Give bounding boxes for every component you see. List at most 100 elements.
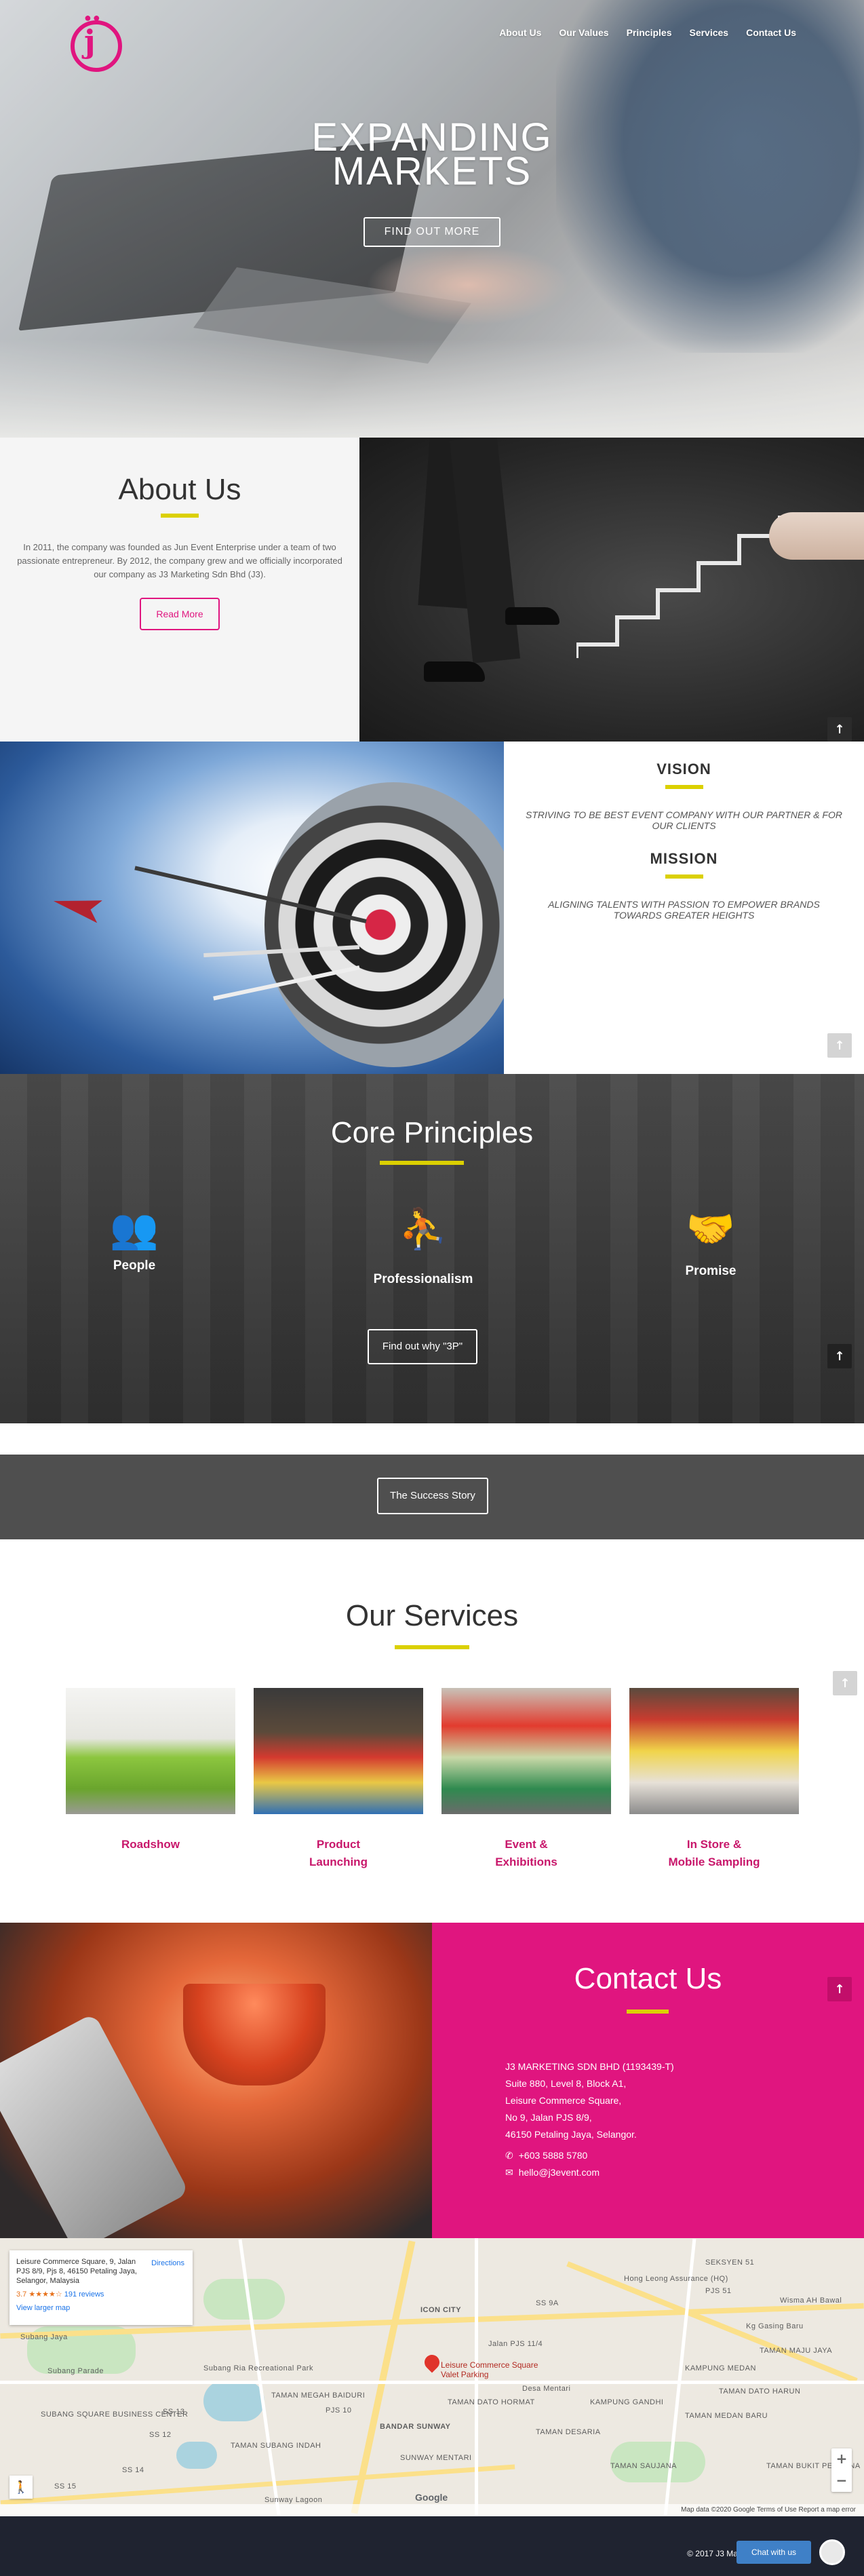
map-pin-icon[interactable]: [421, 2351, 443, 2375]
map-label: Subang Jaya: [20, 2333, 68, 2341]
service-label-line1: Roadshow: [121, 1838, 180, 1851]
back-to-top-icon[interactable]: ↑: [827, 1033, 852, 1058]
about-stairs-image: [359, 438, 864, 742]
contact-panel: Contact Us J3 MARKETING SDN BHD (1193439…: [432, 1923, 864, 2238]
map-label: TAMAN DESARIA: [536, 2428, 601, 2436]
google-map[interactable]: SEKSYEN 51 Hong Leong Assurance (HQ) PJS…: [0, 2238, 864, 2516]
principle-professionalism: ⛹ Professionalism: [349, 1208, 498, 1287]
map-label: Jalan PJS 11/4: [488, 2340, 543, 2348]
chat-avatar-icon[interactable]: [819, 2539, 845, 2565]
map-label: BANDAR SUNWAY: [380, 2423, 451, 2431]
map-label: SEKSYEN 51: [705, 2258, 755, 2267]
map-lake: [176, 2442, 217, 2469]
coffee-cup-image: [183, 1984, 326, 2085]
find-out-more-button[interactable]: FIND OUT MORE: [364, 217, 500, 247]
email-address[interactable]: hello@j3event.com: [519, 2164, 600, 2181]
success-story-button[interactable]: The Success Story: [377, 1478, 488, 1514]
map-rating-value: 3.7: [16, 2290, 27, 2299]
dartboard-target: [264, 782, 522, 1067]
service-roadshow[interactable]: Roadshow: [66, 1688, 235, 1853]
about-title: About Us: [118, 473, 241, 506]
chalk-hand-image: [769, 512, 864, 560]
zoom-out-icon[interactable]: −: [831, 2470, 852, 2492]
back-to-top-icon[interactable]: ↑: [833, 1671, 857, 1695]
j3-logo[interactable]: ●● j: [66, 8, 125, 72]
read-more-button[interactable]: Read More: [140, 598, 220, 630]
map-label: Desa Mentari: [522, 2385, 571, 2393]
back-to-top-icon[interactable]: ↑: [827, 717, 852, 742]
team-growth-icon: ⛹: [398, 1206, 448, 1252]
services-title: Our Services: [345, 1599, 519, 1632]
walker-shoe-back: [505, 607, 559, 625]
roadshow-image: [66, 1688, 235, 1814]
service-in-store-sampling[interactable]: In Store & Mobile Sampling: [629, 1688, 799, 1871]
chat-with-us-button[interactable]: Chat with us: [737, 2541, 811, 2564]
service-event-exhibitions[interactable]: Event & Exhibitions: [441, 1688, 611, 1871]
map-label: SS 12: [149, 2431, 172, 2439]
service-in-store-sampling-label: In Store & Mobile Sampling: [629, 1836, 799, 1871]
service-label-line2: Exhibitions: [495, 1856, 557, 1868]
event-exhibitions-image: [441, 1688, 611, 1814]
map-place-card: Leisure Commerce Square, 9, Jalan PJS 8/…: [9, 2250, 193, 2325]
vision-title: VISION: [656, 761, 711, 777]
map-label: PJS 51: [705, 2287, 732, 2295]
service-label-line1: Event &: [505, 1838, 548, 1851]
nav-contact-us[interactable]: Contact Us: [746, 27, 796, 38]
service-event-exhibitions-label: Event & Exhibitions: [441, 1836, 611, 1871]
map-label: Subang Parade: [47, 2367, 104, 2375]
map-zoom-controls: + −: [831, 2448, 852, 2492]
logo-j-letter: j: [84, 23, 96, 60]
map-label: PJS 10: [326, 2406, 352, 2415]
about-text: In 2011, the company was founded as Jun …: [17, 542, 342, 579]
email-row: ✉ hello@j3event.com: [505, 2164, 674, 2181]
nav-principles[interactable]: Principles: [627, 27, 672, 38]
zoom-in-icon[interactable]: +: [831, 2448, 852, 2470]
map-label: TAMAN DATO HORMAT: [448, 2398, 535, 2406]
street-view-pegman-icon[interactable]: 🚶: [9, 2476, 33, 2499]
smartphone-image: [0, 2012, 190, 2238]
phone-row: ✆ +603 5888 5780: [505, 2147, 674, 2164]
service-product-launching[interactable]: Product Launching: [254, 1688, 423, 1871]
nav-our-values[interactable]: Our Values: [559, 27, 608, 38]
map-rating-stars-icon: ★★★★☆: [28, 2290, 62, 2299]
principle-promise: 🤝 Promise: [636, 1208, 785, 1279]
nav-about-us[interactable]: About Us: [499, 27, 541, 38]
map-label: SS 13: [163, 2408, 185, 2416]
service-label-line2: Launching: [309, 1856, 368, 1868]
core-principles-title: Core Principles: [330, 1116, 534, 1149]
find-out-why-button[interactable]: Find out why "3P": [368, 1329, 477, 1364]
map-label: SS 15: [54, 2482, 77, 2491]
map-label: TAMAN SUBANG INDAH: [231, 2442, 321, 2450]
about-section: About Us In 2011, the company was founde…: [0, 438, 864, 742]
map-rating: 3.7 ★★★★☆ 191 reviews: [16, 2290, 186, 2299]
coffee-phone-image: [0, 1923, 432, 2238]
map-label: TAMAN MAJU JAYA: [760, 2347, 833, 2355]
map-label: Wisma AH Bawal: [780, 2296, 842, 2305]
map-directions-link[interactable]: Directions: [151, 2258, 184, 2268]
map-label: Hong Leong Assurance (HQ): [624, 2275, 728, 2283]
map-label: SS 9A: [536, 2299, 559, 2307]
phone-icon: ✆: [505, 2150, 513, 2161]
hero-section: ●● j About Us Our Values Principles Serv…: [0, 0, 864, 438]
map-label: SS 14: [122, 2466, 144, 2474]
back-to-top-icon[interactable]: ↑: [827, 1977, 852, 2001]
map-road: [0, 2381, 864, 2384]
mission-text: ALIGNING TALENTS WITH PASSION TO EMPOWER…: [548, 899, 820, 921]
principle-professionalism-label: Professionalism: [373, 1272, 473, 1286]
back-to-top-icon[interactable]: ↑: [827, 1344, 852, 1368]
contact-underline: [627, 2010, 669, 2014]
vision-mission-panel: VISION STRIVING TO BE BEST EVENT COMPANY…: [504, 742, 864, 1074]
nav-services[interactable]: Services: [689, 27, 728, 38]
map-reviews-link[interactable]: 191 reviews: [64, 2290, 104, 2299]
view-larger-map-link[interactable]: View larger map: [16, 2303, 186, 2313]
service-label-line1: Product: [316, 1838, 361, 1851]
arrow-fletching-1: [51, 890, 102, 923]
success-story-section: The Success Story: [0, 1455, 864, 1539]
target-image: [0, 742, 522, 1074]
phone-number[interactable]: +603 5888 5780: [519, 2147, 588, 2164]
core-principles-section: Core Principles 👥 People ⛹ Professionali…: [0, 1074, 864, 1423]
map-label: TAMAN MEDAN BARU: [685, 2412, 768, 2420]
map-attribution: Map data ©2020 Google Terms of Use Repor…: [0, 2504, 864, 2516]
map-lake: [203, 2381, 264, 2421]
product-launching-image: [254, 1688, 423, 1814]
